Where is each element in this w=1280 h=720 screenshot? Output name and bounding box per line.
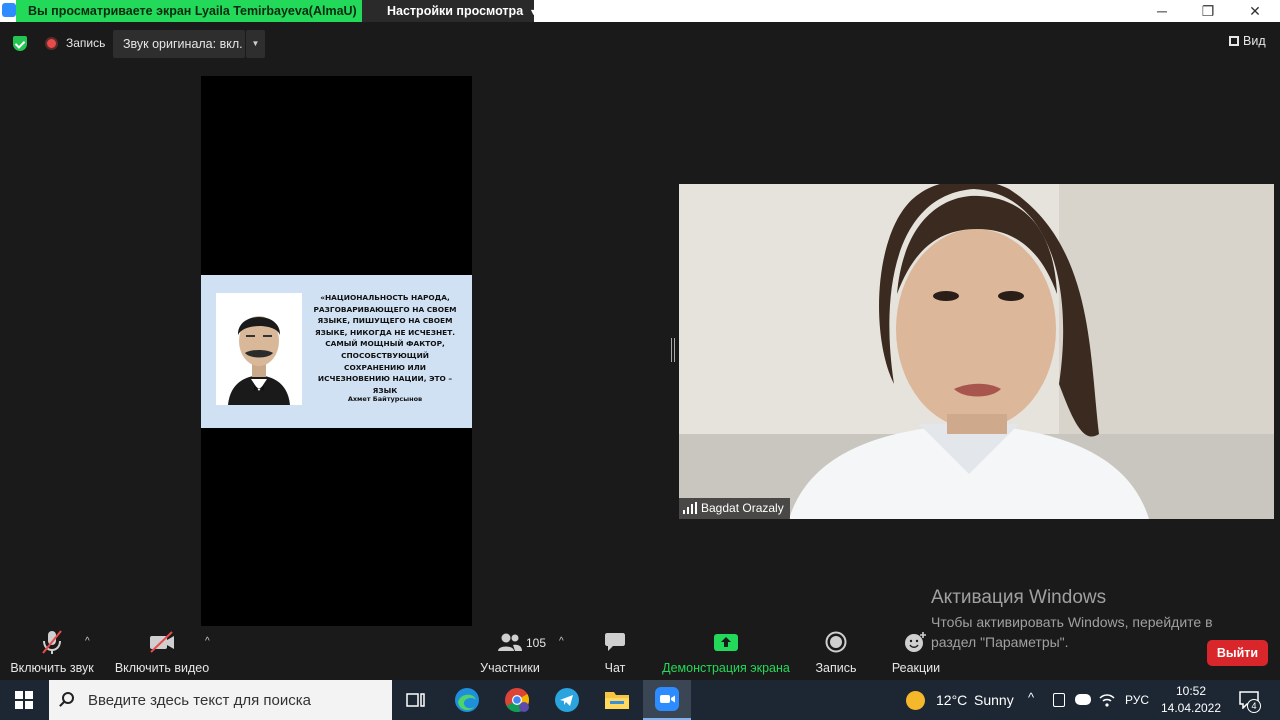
search-icon	[62, 692, 74, 704]
chat-button[interactable]: Чат	[592, 626, 638, 680]
participants-options-caret[interactable]: ^	[559, 636, 564, 647]
view-button[interactable]: Вид	[1229, 34, 1266, 48]
shield-icon[interactable]	[13, 36, 27, 51]
taskbar-zoom[interactable]	[643, 680, 691, 720]
reactions-label: Реакции	[891, 661, 941, 675]
participants-icon	[498, 633, 522, 651]
window-titlebar: Вы просматриваете экран Lyaila Temirbaye…	[0, 0, 1280, 22]
participant-video-tile[interactable]: Bagdat Orazaly	[679, 184, 1274, 519]
taskbar-file-explorer[interactable]	[593, 680, 641, 720]
taskbar-telegram[interactable]	[543, 680, 591, 720]
notification-center-button[interactable]: 4	[1236, 688, 1264, 714]
start-video-button[interactable]: Включить видео	[113, 626, 211, 680]
audio-options-caret[interactable]: ^	[85, 636, 90, 647]
restore-button[interactable]: ❐	[1185, 0, 1231, 22]
weather-temperature[interactable]: 12°C	[936, 692, 967, 708]
video-options-caret[interactable]: ^	[205, 636, 210, 647]
original-sound-dropdown[interactable]: ▼	[246, 30, 265, 58]
device-icon[interactable]	[1053, 693, 1065, 707]
recording-icon	[45, 37, 58, 50]
clock-time: 10:52	[1175, 684, 1207, 698]
taskbar-edge[interactable]	[443, 680, 491, 720]
meeting-topbar: Запись Звук оригинала: вкл. ▼ Вид	[0, 22, 1280, 66]
muted-mic-icon	[42, 630, 62, 654]
meeting-controls: Включить звук ^ Включить видео ^ Участни…	[0, 626, 1280, 680]
participant-name-tag: Bagdat Orazaly	[679, 498, 790, 519]
windows-taskbar: Введите здесь текст для поиска 12°C Sunn…	[0, 680, 1280, 720]
portrait-image	[216, 293, 302, 405]
taskbar-chrome[interactable]	[493, 680, 541, 720]
taskbar-search-box[interactable]: Введите здесь текст для поиска	[49, 680, 392, 720]
activation-watermark-title: Активация Windows	[931, 587, 1107, 608]
video-off-icon	[150, 631, 174, 653]
participants-count: 105	[526, 636, 547, 650]
participants-label: Участники	[480, 661, 540, 675]
clock-date: 14.04.2022	[1160, 701, 1222, 715]
grid-view-icon	[1229, 36, 1239, 46]
record-button[interactable]: Запись	[812, 626, 860, 680]
search-placeholder: Введите здесь текст для поиска	[88, 692, 311, 709]
record-icon	[825, 631, 847, 653]
minimize-button[interactable]: ─	[1139, 0, 1185, 22]
reactions-button[interactable]: Реакции	[890, 626, 942, 680]
unmute-button[interactable]: Включить звук	[8, 626, 96, 680]
record-label: Запись	[815, 661, 857, 675]
view-settings-label: Настройки просмотра	[387, 4, 524, 18]
close-button[interactable]: ✕	[1232, 0, 1278, 22]
chevron-down-icon: ▼	[529, 7, 539, 17]
recording-label: Запись	[66, 36, 106, 50]
folder-icon	[605, 692, 629, 709]
weather-description[interactable]: Sunny	[974, 692, 1014, 708]
quote-text: «НАЦИОНАЛЬНОСТЬ НАРОДА, РАЗГОВАРИВАЮЩЕГО…	[313, 293, 457, 395]
start-video-label: Включить видео	[114, 661, 210, 675]
shared-screen-view: «НАЦИОНАЛЬНОСТЬ НАРОДА, РАЗГОВАРИВАЮЩЕГО…	[201, 76, 472, 626]
leave-meeting-button[interactable]: Выйти	[1207, 640, 1268, 666]
show-hidden-icons-chevron[interactable]: ^	[1028, 690, 1034, 705]
telegram-icon	[555, 688, 579, 712]
share-screen-icon	[714, 634, 738, 651]
split-divider-handle[interactable]	[671, 338, 675, 362]
unmute-label: Включить звук	[10, 661, 94, 675]
notification-count-badge: 4	[1247, 699, 1261, 713]
taskbar-clock[interactable]: 10:52 14.04.2022	[1152, 683, 1230, 717]
task-view-icon	[406, 693, 425, 707]
quote-author: Ахмет Байтурсынов	[347, 395, 423, 403]
share-screen-label: Демонстрация экрана	[662, 661, 790, 675]
participant-name: Bagdat Orazaly	[701, 501, 784, 515]
zoom-icon	[655, 687, 679, 711]
share-screen-button[interactable]: Демонстрация экрана	[661, 626, 791, 680]
sun-icon	[906, 691, 925, 710]
edge-icon	[455, 688, 479, 712]
view-settings-menu[interactable]: Настройки просмотра ▼	[362, 0, 538, 22]
screen-share-banner: Вы просматриваете экран Lyaila Temirbaye…	[16, 0, 362, 22]
quote-slide: «НАЦИОНАЛЬНОСТЬ НАРОДА, РАЗГОВАРИВАЮЩЕГО…	[201, 275, 472, 428]
original-sound-button[interactable]: Звук оригинала: вкл.	[113, 30, 245, 58]
chat-label: Чат	[604, 661, 626, 675]
start-button[interactable]	[0, 680, 48, 720]
reactions-icon	[905, 632, 926, 652]
wifi-icon[interactable]	[1099, 692, 1115, 708]
view-label: Вид	[1243, 34, 1266, 48]
chat-icon	[605, 633, 625, 651]
task-view-button[interactable]	[392, 680, 440, 720]
participant-video-feed	[679, 184, 1274, 519]
signal-strength-icon	[683, 502, 697, 514]
participants-button[interactable]: Участники	[478, 626, 542, 680]
chrome-icon	[505, 688, 530, 713]
cloud-icon[interactable]	[1075, 694, 1091, 705]
zoom-app-icon	[2, 3, 16, 17]
input-language[interactable]: РУС	[1125, 693, 1149, 707]
